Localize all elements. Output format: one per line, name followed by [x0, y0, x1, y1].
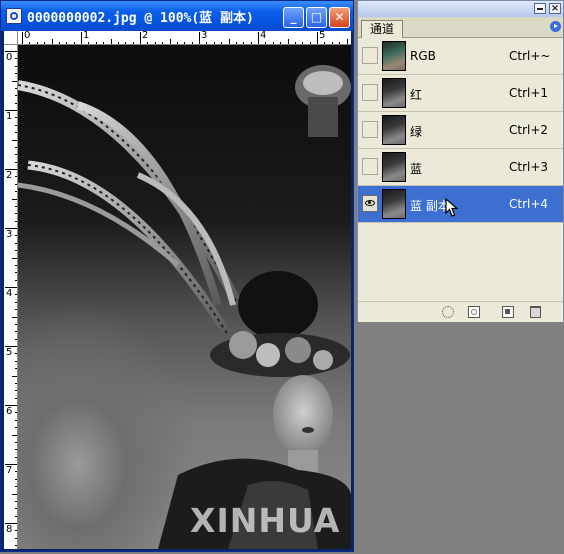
ruler-left-label: 0 [6, 52, 13, 63]
vertical-ruler[interactable]: 0 1 2 3 4 5 6 7 8 [4, 45, 18, 549]
document-canvas-area: 0 1 2 3 4 5 0 1 2 3 4 5 6 7 8 XINHUA [4, 31, 351, 549]
channel-name: 绿 [410, 125, 423, 139]
ruler-tick [199, 32, 200, 44]
channel-list: RGB Ctrl+~ 红 Ctrl+1 绿 Ctrl+2 蓝 Ctrl+3 蓝 [358, 38, 563, 223]
ruler-top-label: 5 [319, 31, 326, 41]
channel-thumbnail [382, 78, 406, 108]
channel-name: 蓝 [410, 162, 423, 176]
minimize-button[interactable]: _ [283, 7, 304, 28]
palette-menu-icon[interactable] [550, 21, 561, 32]
document-title: 0000000002.jpg @ 100%(蓝 副本) [27, 11, 254, 26]
ruler-left-label: 8 [6, 524, 13, 535]
ruler-top-label: 0 [24, 31, 31, 41]
ruler-tick [5, 523, 17, 524]
channel-name: 蓝 副本 [410, 199, 450, 213]
ruler-left-label: 4 [6, 288, 13, 299]
ruler-tick [5, 110, 17, 111]
palette-tab-row: 通道 [358, 17, 563, 38]
ruler-tick [140, 32, 141, 44]
ruler-tick [317, 32, 318, 44]
channel-thumbnail [382, 152, 406, 182]
channel-shortcut: Ctrl+~ [509, 49, 551, 63]
document-window: 0000000002.jpg @ 100%(蓝 副本) _ □ ✕ 0 1 2 3 4 5… [0, 0, 354, 552]
ruler-left-label: 6 [6, 406, 13, 417]
ruler-tick [5, 405, 17, 406]
ruler-left-label: 2 [6, 170, 13, 181]
palette-close-button[interactable]: × [549, 3, 561, 14]
document-image[interactable]: XINHUA [18, 45, 351, 549]
channel-row-green[interactable]: 绿 Ctrl+2 [358, 112, 563, 149]
palette-footer [358, 301, 563, 322]
ruler-left-label: 1 [6, 111, 13, 122]
channel-row-red[interactable]: 红 Ctrl+1 [358, 75, 563, 112]
ruler-tick [81, 32, 82, 44]
delete-channel-icon[interactable] [530, 306, 541, 318]
ruler-tick [22, 32, 23, 44]
tab-channels[interactable]: 通道 [361, 20, 404, 38]
visibility-toggle[interactable] [362, 121, 378, 138]
channel-name: 红 [410, 88, 423, 102]
ruler-tick [5, 287, 17, 288]
channel-thumbnail [382, 115, 406, 145]
ruler-left-label: 3 [6, 229, 13, 240]
ruler-tick [5, 464, 17, 465]
channels-palette: × 通道 RGB Ctrl+~ 红 Ctrl+1 绿 Ctrl+2 蓝 Ctrl… [357, 0, 564, 322]
channel-name: RGB [410, 49, 436, 63]
channel-thumbnail [382, 41, 406, 71]
document-titlebar[interactable]: 0000000002.jpg @ 100%(蓝 副本) _ □ ✕ [1, 1, 353, 31]
ruler-top-label: 1 [83, 31, 90, 41]
ruler-top-label: 2 [142, 31, 149, 41]
new-channel-icon[interactable] [502, 306, 514, 318]
visibility-toggle[interactable] [362, 84, 378, 101]
save-selection-icon[interactable] [468, 306, 480, 318]
load-selection-icon[interactable] [442, 306, 454, 318]
visibility-toggle[interactable] [362, 47, 378, 64]
mouse-pointer-icon [445, 198, 459, 217]
ruler-tick [5, 228, 17, 229]
eye-icon [365, 200, 375, 206]
ruler-tick [5, 346, 17, 347]
horizontal-ruler[interactable]: 0 1 2 3 4 5 [18, 31, 351, 45]
channel-shortcut: Ctrl+3 [509, 160, 549, 174]
ruler-left-label: 5 [6, 347, 13, 358]
ruler-top-label: 4 [260, 31, 267, 41]
visibility-toggle[interactable] [362, 195, 378, 212]
ruler-tick [5, 51, 17, 52]
photo-artwork [18, 65, 351, 549]
photoshop-document-icon[interactable] [6, 8, 22, 24]
ruler-tick [258, 32, 259, 44]
ruler-origin[interactable] [4, 31, 18, 45]
ruler-left-label: 7 [6, 465, 13, 476]
maximize-button[interactable]: □ [306, 7, 327, 28]
visibility-toggle[interactable] [362, 158, 378, 175]
palette-minimize-button[interactable] [534, 3, 546, 14]
channel-shortcut: Ctrl+2 [509, 123, 549, 137]
ruler-tick [5, 169, 17, 170]
xinhua-watermark: XINHUA [190, 501, 341, 540]
ruler-top-label: 3 [201, 31, 208, 41]
channel-row-rgb[interactable]: RGB Ctrl+~ [358, 38, 563, 75]
channel-shortcut: Ctrl+1 [509, 86, 549, 100]
channel-row-blue-copy[interactable]: 蓝 副本 Ctrl+4 [358, 186, 563, 223]
channel-row-blue[interactable]: 蓝 Ctrl+3 [358, 149, 563, 186]
channel-shortcut: Ctrl+4 [509, 197, 549, 211]
close-button[interactable]: ✕ [329, 7, 350, 28]
palette-titlebar[interactable]: × [358, 1, 563, 17]
channel-thumbnail [382, 189, 406, 219]
